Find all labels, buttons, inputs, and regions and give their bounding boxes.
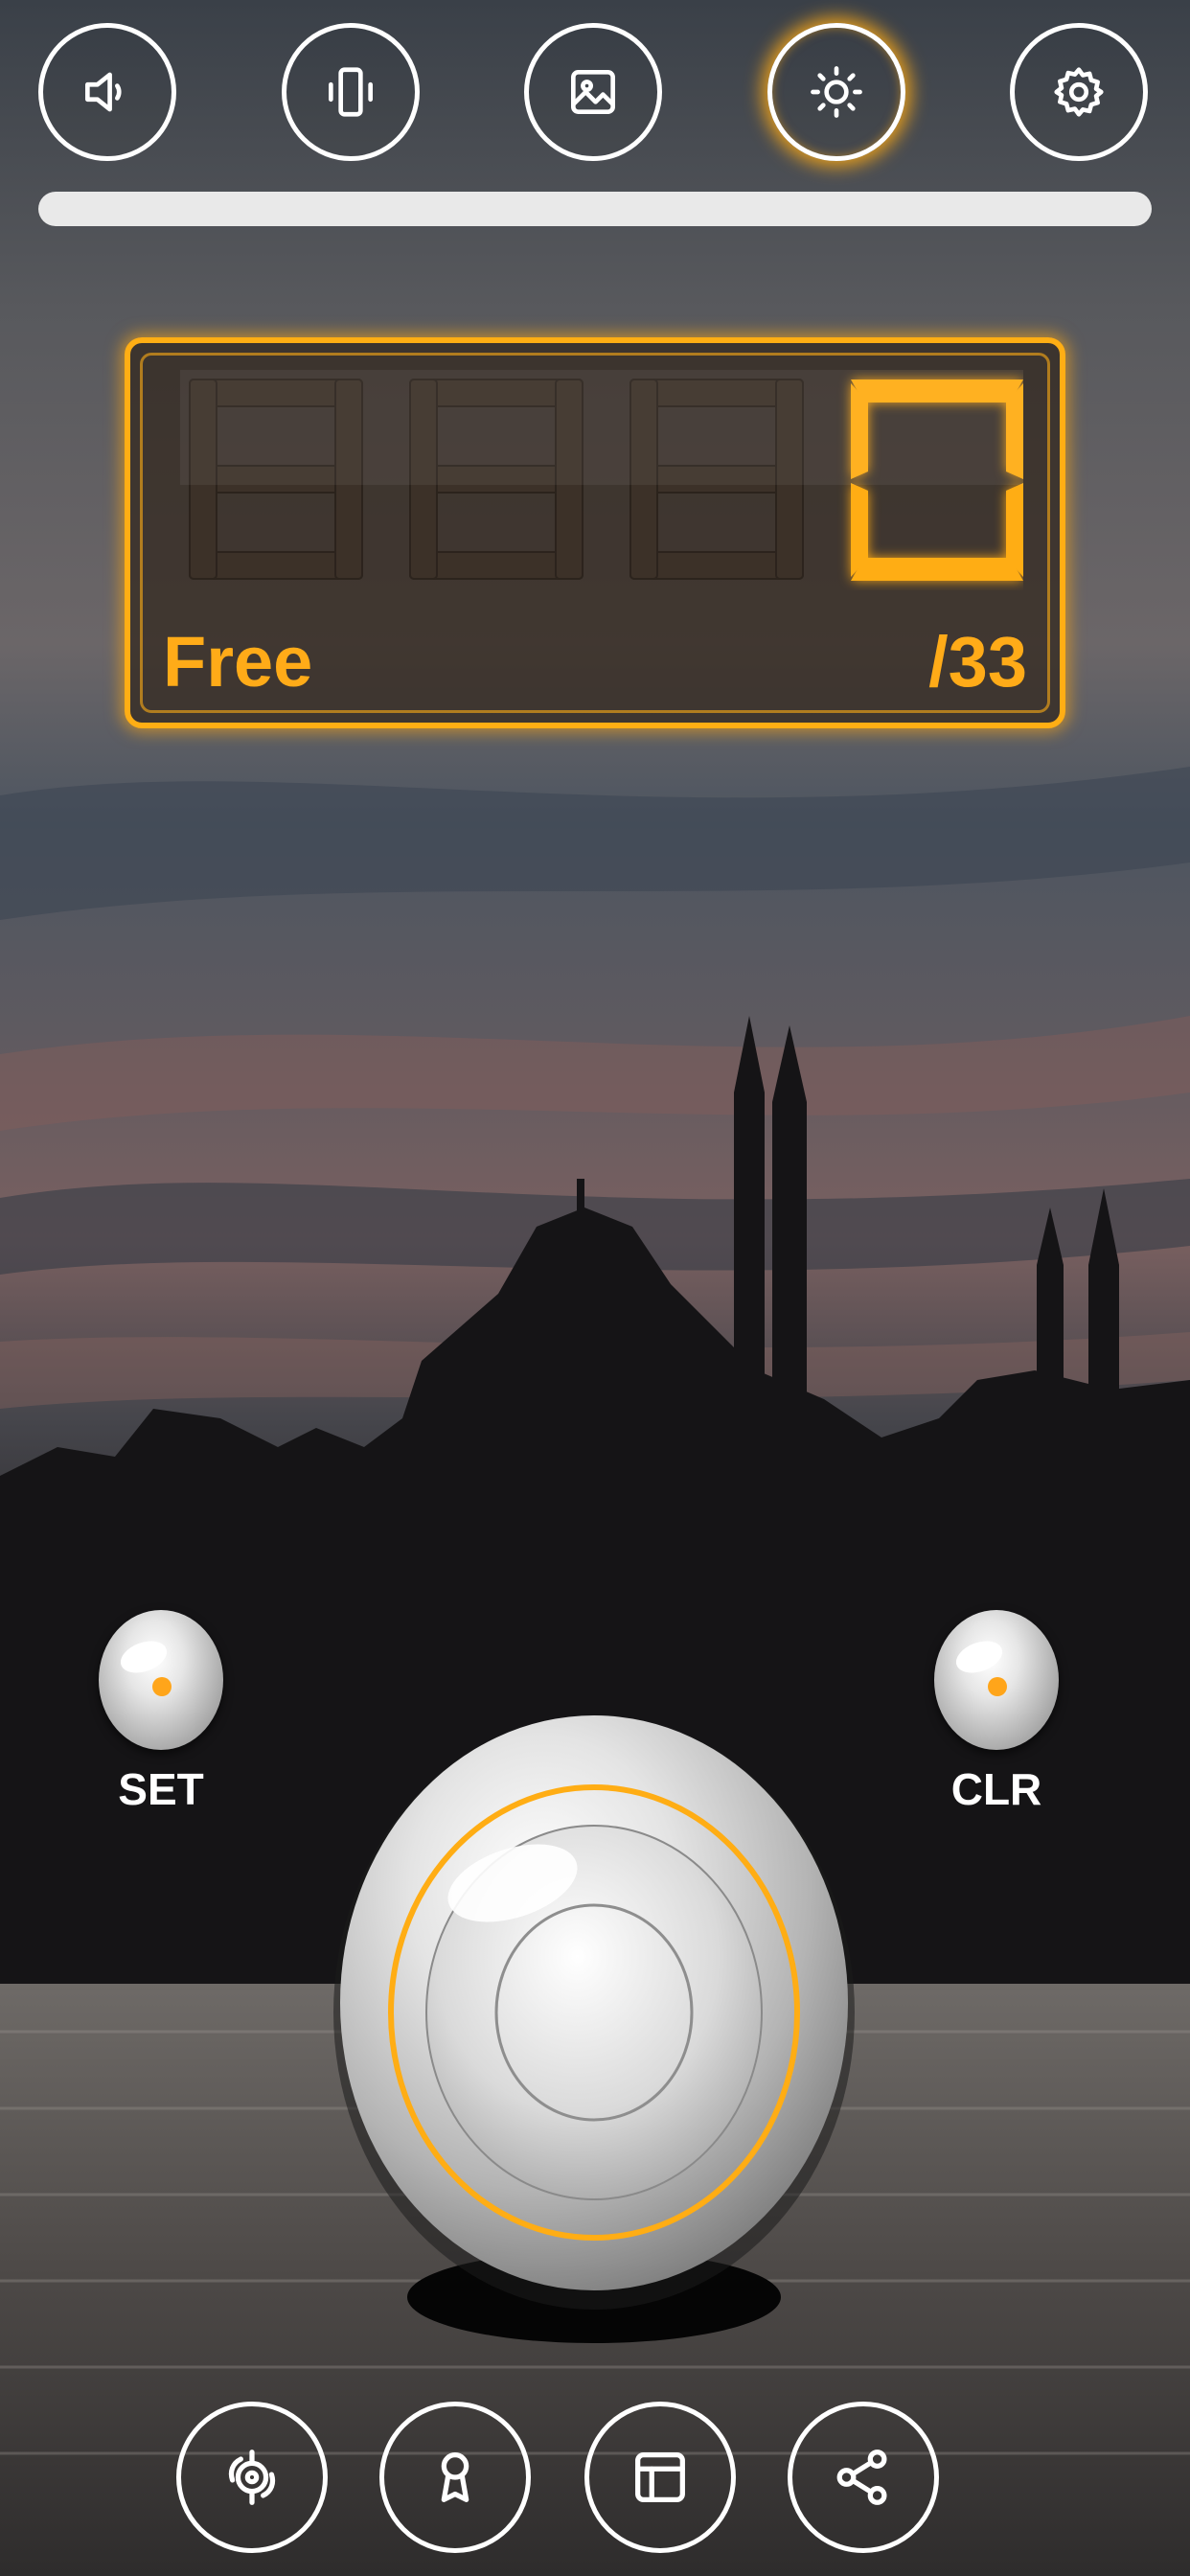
clear-button[interactable] [934, 1610, 1059, 1750]
image-icon [571, 70, 615, 114]
seven-segment-digits [180, 370, 1023, 581]
counter-display: Free /33 [125, 337, 1065, 728]
brightness-toggle-button[interactable] [767, 23, 905, 161]
main-count-button[interactable] [316, 1715, 872, 2367]
background-image-button[interactable] [524, 23, 662, 161]
share-icon [836, 2450, 887, 2505]
settings-icon [1054, 67, 1104, 117]
progress-bar [38, 192, 1152, 226]
achievements-button[interactable] [379, 2402, 531, 2553]
layout-icon [635, 2452, 685, 2502]
tasbih-icon [228, 2450, 276, 2505]
layout-button[interactable] [584, 2402, 736, 2553]
vibration-toggle-button[interactable] [282, 23, 420, 161]
brightness-icon [811, 66, 862, 118]
counter-target-label: /33 [928, 622, 1027, 702]
vibration-icon [329, 67, 373, 117]
award-icon [441, 2452, 469, 2502]
tasbih-button[interactable] [176, 2402, 328, 2553]
counter-mode-label: Free [163, 622, 313, 702]
sound-toggle-button[interactable] [38, 23, 176, 161]
clr-label: CLR [950, 1764, 1042, 1814]
settings-button[interactable] [1010, 23, 1148, 161]
set-label: SET [118, 1764, 204, 1814]
share-button[interactable] [788, 2402, 939, 2553]
set-button[interactable] [99, 1610, 223, 1750]
volume-icon [85, 72, 122, 112]
